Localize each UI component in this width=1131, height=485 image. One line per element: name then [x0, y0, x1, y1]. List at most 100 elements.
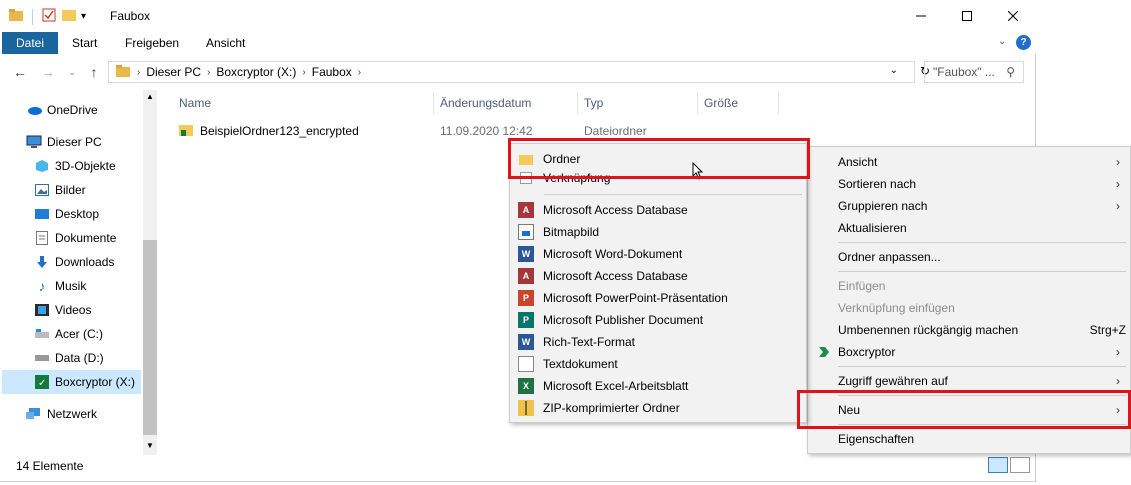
column-divider[interactable]	[433, 92, 434, 114]
help-icon[interactable]: ?	[1016, 35, 1031, 50]
shortcut-label: Strg+Z	[1089, 323, 1126, 337]
submenu-item-rtf[interactable]: W Rich-Text-Format	[518, 331, 804, 353]
tab-freigeben[interactable]: Freigeben	[125, 32, 179, 54]
scroll-up-icon[interactable]: ▲	[146, 92, 154, 101]
file-date: 11.09.2020 12:42	[440, 124, 533, 138]
file-name: BeispielOrdner123_encrypted	[200, 124, 359, 138]
tab-start[interactable]: Start	[72, 32, 97, 54]
window-title: Faubox	[110, 9, 151, 23]
details-view-icon[interactable]	[988, 457, 1008, 473]
drive-folder-icon	[115, 63, 131, 82]
address-dropdown-icon[interactable]: ⌄	[890, 65, 898, 76]
address-row: ← → ⌄ ↑ › Dieser PC › Boxcryptor (X:) › …	[0, 58, 1036, 86]
menu-item-boxcryptor[interactable]: Boxcryptor ›	[816, 341, 1128, 363]
column-divider[interactable]	[697, 92, 698, 114]
menu-item-label: Aktualisieren	[838, 221, 907, 235]
submenu-item-bitmap[interactable]: Bitmapbild	[518, 221, 804, 243]
large-icons-view-icon[interactable]	[1010, 457, 1030, 473]
cloud-icon	[26, 102, 42, 118]
recent-dropdown-icon[interactable]: ⌄	[62, 62, 82, 82]
menu-item-zugriff-gewaehren[interactable]: Zugriff gewähren auf ›	[838, 370, 1128, 392]
back-arrow-icon[interactable]: ←	[10, 62, 30, 82]
submenu-item-access-2[interactable]: A Microsoft Access Database	[518, 265, 804, 287]
qat-dropdown-icon[interactable]: ▾	[81, 11, 86, 22]
menu-item-gruppieren[interactable]: Gruppieren nach ›	[838, 195, 1128, 217]
breadcrumb-separator-icon[interactable]: ›	[302, 67, 305, 78]
search-icon[interactable]: ⚲	[1006, 62, 1015, 82]
menu-item-ansicht[interactable]: Ansicht ›	[838, 151, 1128, 173]
computer-icon	[26, 134, 42, 150]
scroll-down-icon[interactable]: ▼	[146, 441, 154, 450]
desktop-icon	[34, 206, 50, 222]
menu-item-aktualisieren[interactable]: Aktualisieren	[838, 217, 1128, 239]
file-row[interactable]: BeispielOrdner123_encrypted	[178, 120, 359, 142]
new-folder-icon[interactable]	[61, 7, 77, 26]
submenu-item-access[interactable]: A Microsoft Access Database	[518, 199, 804, 221]
search-input[interactable]: "Faubox" ... ⚲	[924, 61, 1024, 83]
nav-scrollbar[interactable]: ▲ ▼	[143, 90, 157, 455]
menu-item-einfuegen[interactable]: Einfügen	[838, 275, 1128, 297]
nav-item-label: Dokumente	[55, 231, 117, 245]
menu-item-ordner-anpassen[interactable]: Ordner anpassen...	[838, 246, 1128, 268]
cube-icon	[34, 158, 50, 174]
breadcrumb-faubox[interactable]: Faubox	[312, 65, 352, 79]
column-name[interactable]: Name	[179, 92, 211, 114]
hard-drive-icon	[34, 350, 50, 366]
submenu-item-excel[interactable]: X Microsoft Excel-Arbeitsblatt	[518, 375, 804, 397]
tab-datei[interactable]: Datei	[2, 32, 58, 54]
submenu-item-word[interactable]: W Microsoft Word-Dokument	[518, 243, 804, 265]
menu-separator	[838, 242, 1126, 243]
nav-item-boxcryptor[interactable]: ✓ Boxcryptor (X:)	[2, 370, 141, 394]
column-divider[interactable]	[577, 92, 578, 114]
title-bar: ▾ Faubox	[0, 0, 1036, 32]
ribbon-expand-icon[interactable]: ⌄	[998, 36, 1006, 47]
menu-item-verknuepfung-einfuegen[interactable]: Verknüpfung einfügen	[838, 297, 1128, 319]
address-bar[interactable]: › Dieser PC › Boxcryptor (X:) › Faubox ›…	[108, 61, 930, 83]
minimize-button[interactable]	[898, 0, 944, 32]
nav-item-label: Boxcryptor (X:)	[55, 375, 136, 389]
breadcrumb-boxcryptor[interactable]: Boxcryptor (X:)	[216, 65, 296, 79]
up-arrow-icon[interactable]: ↑	[84, 62, 104, 82]
maximize-button[interactable]	[944, 0, 990, 32]
menu-item-sortieren[interactable]: Sortieren nach ›	[838, 173, 1128, 195]
column-divider[interactable]	[778, 92, 779, 114]
properties-icon[interactable]	[41, 7, 57, 26]
breadcrumb-dieser-pc[interactable]: Dieser PC	[146, 65, 201, 79]
menu-item-label: Sortieren nach	[838, 177, 917, 191]
rtf-icon: W	[518, 334, 534, 350]
submenu-item-text[interactable]: Textdokument	[518, 353, 804, 375]
menu-separator	[544, 194, 802, 195]
tab-ansicht[interactable]: Ansicht	[206, 32, 245, 54]
menu-item-label: Microsoft PowerPoint-Präsentation	[543, 291, 728, 305]
nav-item-label: Data (D:)	[55, 351, 104, 365]
nav-item-label: Acer (C:)	[55, 327, 103, 341]
file-type: Dateiordner	[584, 124, 647, 138]
submenu-arrow-icon: ›	[1116, 345, 1120, 359]
new-submenu: Ordner Verknüpfung A Microsoft Access Da…	[509, 143, 807, 423]
menu-separator	[838, 366, 1126, 367]
menu-item-eigenschaften[interactable]: Eigenschaften	[838, 428, 1128, 450]
submenu-item-zip[interactable]: ZIP-komprimierter Ordner	[518, 397, 804, 419]
access-icon: A	[518, 202, 534, 218]
publisher-icon: P	[518, 312, 534, 328]
highlight-box-ordner	[508, 138, 810, 179]
column-size[interactable]: Größe	[704, 92, 738, 114]
menu-item-label: Zugriff gewähren auf	[838, 374, 948, 388]
breadcrumb-separator-icon[interactable]: ›	[358, 67, 361, 78]
quick-access-toolbar: ▾	[8, 7, 86, 26]
close-button[interactable]	[990, 0, 1036, 32]
column-type[interactable]: Typ	[584, 92, 603, 114]
column-date[interactable]: Änderungsdatum	[440, 92, 531, 114]
search-placeholder: "Faubox" ...	[933, 65, 995, 79]
nav-item-label: Downloads	[55, 255, 115, 269]
breadcrumb-separator-icon[interactable]: ›	[137, 67, 140, 78]
breadcrumb-separator-icon[interactable]: ›	[207, 67, 210, 78]
forward-arrow-icon[interactable]: →	[38, 62, 58, 82]
menu-item-umbenennen-rueckgaengig[interactable]: Umbenennen rückgängig machen Strg+Z	[838, 319, 1128, 341]
menu-item-label: Microsoft Access Database	[543, 269, 688, 283]
menu-item-label: Textdokument	[543, 357, 618, 371]
submenu-item-powerpoint[interactable]: P Microsoft PowerPoint-Präsentation	[518, 287, 804, 309]
menu-item-label: Ordner anpassen...	[838, 250, 941, 264]
submenu-item-publisher[interactable]: P Microsoft Publisher Document	[518, 309, 804, 331]
scroll-thumb[interactable]	[143, 240, 157, 435]
